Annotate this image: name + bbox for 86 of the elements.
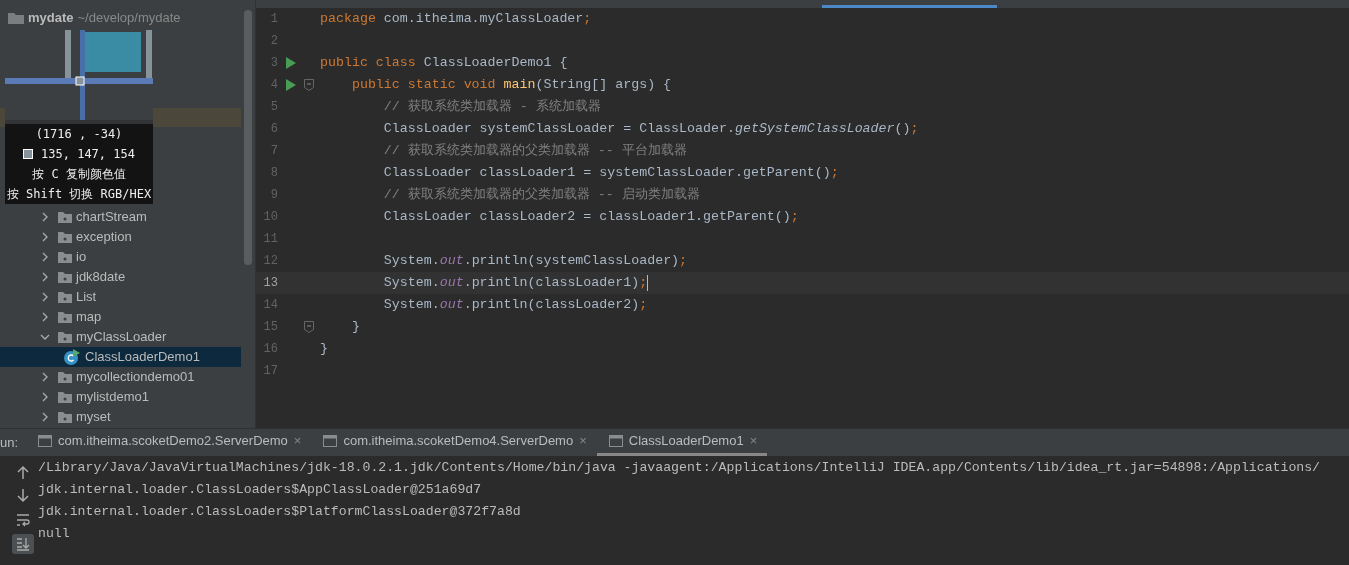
console-icon (323, 435, 338, 447)
hint-text: 按 Shift 切换 RGB/HEX (5, 186, 153, 203)
line-number: 5 (269, 99, 278, 116)
code-line: ClassLoader classLoader1 = systemClassLoader.getParent(); (382, 164, 839, 183)
fold-icon[interactable] (304, 321, 314, 333)
code-line: } (350, 318, 360, 337)
code-line: public class ClassLoaderDemo1 { (320, 54, 568, 73)
code-line: // 获取系统类加载器 - 系统加载器 (382, 98, 601, 117)
folder-icon (8, 12, 24, 24)
close-icon[interactable]: × (579, 431, 587, 451)
color-value: 135, 147, 154 (41, 147, 135, 161)
up-arrow-icon (16, 465, 30, 479)
folder-icon (58, 411, 72, 423)
folder-icon (58, 251, 72, 263)
cursor-coordinates: (1716 , -34) (34, 126, 124, 143)
run-icon[interactable] (286, 57, 296, 69)
scroll-to-end-icon (16, 537, 30, 551)
folder-icon (58, 231, 72, 243)
text-cursor (647, 275, 649, 291)
line-number: 17 (262, 363, 278, 380)
folder-icon (58, 371, 72, 383)
code-line: ClassLoader systemClassLoader = ClassLoader.getSystemClassLoader(); (382, 120, 919, 139)
run-icon[interactable] (286, 79, 296, 91)
tree-item[interactable]: ClassLoaderDemo1 (0, 347, 241, 367)
console-tab[interactable]: com.itheima.scoketDemo2.ServerDemo × (26, 429, 312, 456)
tree-item[interactable]: jdk8date (0, 267, 241, 287)
line-number: 3 (269, 55, 278, 72)
tree-item[interactable]: mylistdemo1 (0, 387, 241, 407)
color-swatch (23, 149, 34, 159)
code-line: // 获取系统类加载器的父类加载器 -- 平台加载器 (382, 142, 687, 161)
line-number: 14 (262, 297, 278, 314)
folder-icon (58, 271, 72, 283)
code-line: System.out.println(classLoader1); (382, 274, 648, 293)
scrollbar[interactable] (244, 10, 252, 265)
tree-item[interactable]: myClassLoader (0, 327, 241, 347)
code-line: System.out.println(systemClassLoader); (382, 252, 688, 271)
code-line: ClassLoader classLoader2 = classLoader1.getParent(); (382, 208, 799, 227)
folder-icon (58, 391, 72, 403)
line-number: 15 (262, 319, 278, 336)
tree-item[interactable]: chartStream (0, 207, 241, 227)
tree-item[interactable]: List (0, 287, 241, 307)
console-output-line: jdk.internal.loader.ClassLoaders$PlatformClassLoader@372f7a8d (38, 503, 522, 521)
fold-icon[interactable] (304, 79, 314, 91)
code-line: package com.itheima.myClassLoader; (320, 10, 592, 29)
line-number: 10 (262, 209, 278, 226)
line-number: 7 (269, 143, 278, 160)
soft-wrap-icon (16, 513, 30, 527)
close-icon[interactable]: × (293, 431, 302, 451)
code-line: } (320, 340, 328, 359)
line-number: 13 (262, 275, 278, 292)
project-path: ~/develop/mydate (77, 9, 181, 28)
line-number: 6 (269, 121, 278, 138)
project-name[interactable]: mydate (28, 8, 74, 28)
line-number: 8 (269, 165, 278, 182)
class-icon (64, 349, 80, 365)
folder-icon (58, 311, 72, 323)
folder-icon (58, 331, 72, 343)
tree-item[interactable]: map (0, 307, 241, 327)
console-icon (38, 435, 53, 447)
console-output-line: null (38, 525, 71, 543)
tree-item[interactable]: exception (0, 227, 241, 247)
line-number: 4 (269, 77, 278, 94)
folder-icon (58, 211, 72, 223)
line-number: 16 (262, 341, 278, 358)
console-tab[interactable]: ClassLoaderDemo1 × (596, 429, 768, 456)
code-line: // 获取系统类加载器的父类加载器 -- 启动类加载器 (382, 186, 700, 205)
close-icon[interactable]: × (749, 431, 758, 451)
console-output-line: /Library/Java/JavaVirtualMachines/jdk-18.0.2.1.jdk/Contents/Home/bin/java -javaagent:/Applications/IntelliJ IDEA.app/Contents/lib/idea_rt.jar=54898:/Applications/ (38, 459, 1321, 477)
console-tab[interactable]: com.itheima.scoketDemo4.ServerDemo × (311, 429, 597, 456)
console-icon (608, 435, 623, 447)
run-label: un: (0, 433, 20, 452)
console-output-line: jdk.internal.loader.ClassLoaders$AppClassLoader@251a69d7 (38, 481, 483, 499)
tree-item[interactable]: io (0, 247, 241, 267)
code-line: public static void main(String[] args) { (350, 76, 672, 95)
hint-text: 按 C 复制颜色值 (31, 166, 127, 183)
folder-icon (58, 291, 72, 303)
tree-item[interactable]: myset (0, 407, 241, 427)
tree-item[interactable]: mycollectiondemo01 (0, 367, 241, 387)
code-line: System.out.println(classLoader2); (382, 296, 648, 315)
line-number: 11 (262, 231, 278, 248)
line-number: 2 (269, 33, 278, 50)
down-arrow-icon (16, 489, 30, 503)
line-number: 1 (269, 11, 278, 28)
line-number: 12 (262, 253, 278, 270)
line-number: 9 (269, 187, 278, 204)
scroll-to-end-button[interactable] (12, 534, 34, 554)
